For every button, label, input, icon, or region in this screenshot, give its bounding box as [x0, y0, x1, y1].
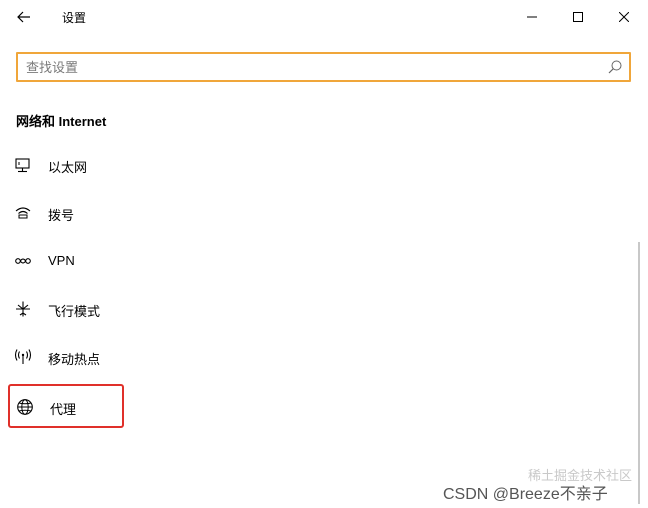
nav-item-mobile-hotspot[interactable]: 移动热点 — [8, 337, 124, 377]
back-arrow-icon — [17, 11, 30, 23]
watermark: CSDN @Breeze不亲子 — [443, 486, 608, 503]
close-button[interactable] — [604, 2, 644, 32]
nav-item-label: 代理 — [50, 402, 77, 417]
scrollbar[interactable] — [638, 242, 640, 504]
nav-item-label: 飞行模式 — [48, 304, 101, 319]
nav-item-vpn[interactable]: VPN — [8, 241, 124, 281]
nav-item-label: 移动热点 — [48, 352, 101, 367]
ethernet-icon — [14, 156, 32, 174]
dialup-icon — [14, 204, 32, 222]
nav-item-dialup[interactable]: 拨号 — [8, 193, 124, 233]
nav-item-label: 拨号 — [48, 208, 75, 223]
minimize-button[interactable] — [512, 2, 552, 32]
nav-item-airplane-mode[interactable]: 飞行模式 — [8, 289, 124, 329]
section-heading: 网络和 Internet — [16, 114, 107, 129]
minimize-icon — [527, 16, 537, 18]
search-box[interactable] — [16, 52, 631, 82]
search-icon[interactable] — [607, 59, 623, 75]
maximize-icon — [573, 12, 583, 22]
nav-item-proxy[interactable]: 代理 — [8, 384, 124, 428]
globe-icon — [16, 398, 34, 416]
maximize-button[interactable] — [558, 2, 598, 32]
window-title: 设置 — [62, 11, 87, 25]
title-bar: 设置 — [0, 0, 648, 34]
nav-item-label: 以太网 — [48, 160, 88, 175]
search-input[interactable] — [26, 54, 596, 80]
vpn-icon — [14, 252, 32, 270]
hotspot-icon — [14, 348, 32, 366]
airplane-icon — [14, 300, 32, 318]
back-button[interactable] — [10, 4, 38, 30]
close-icon — [619, 12, 629, 22]
nav-item-label: VPN — [48, 253, 75, 268]
nav-item-ethernet[interactable]: 以太网 — [8, 145, 124, 185]
